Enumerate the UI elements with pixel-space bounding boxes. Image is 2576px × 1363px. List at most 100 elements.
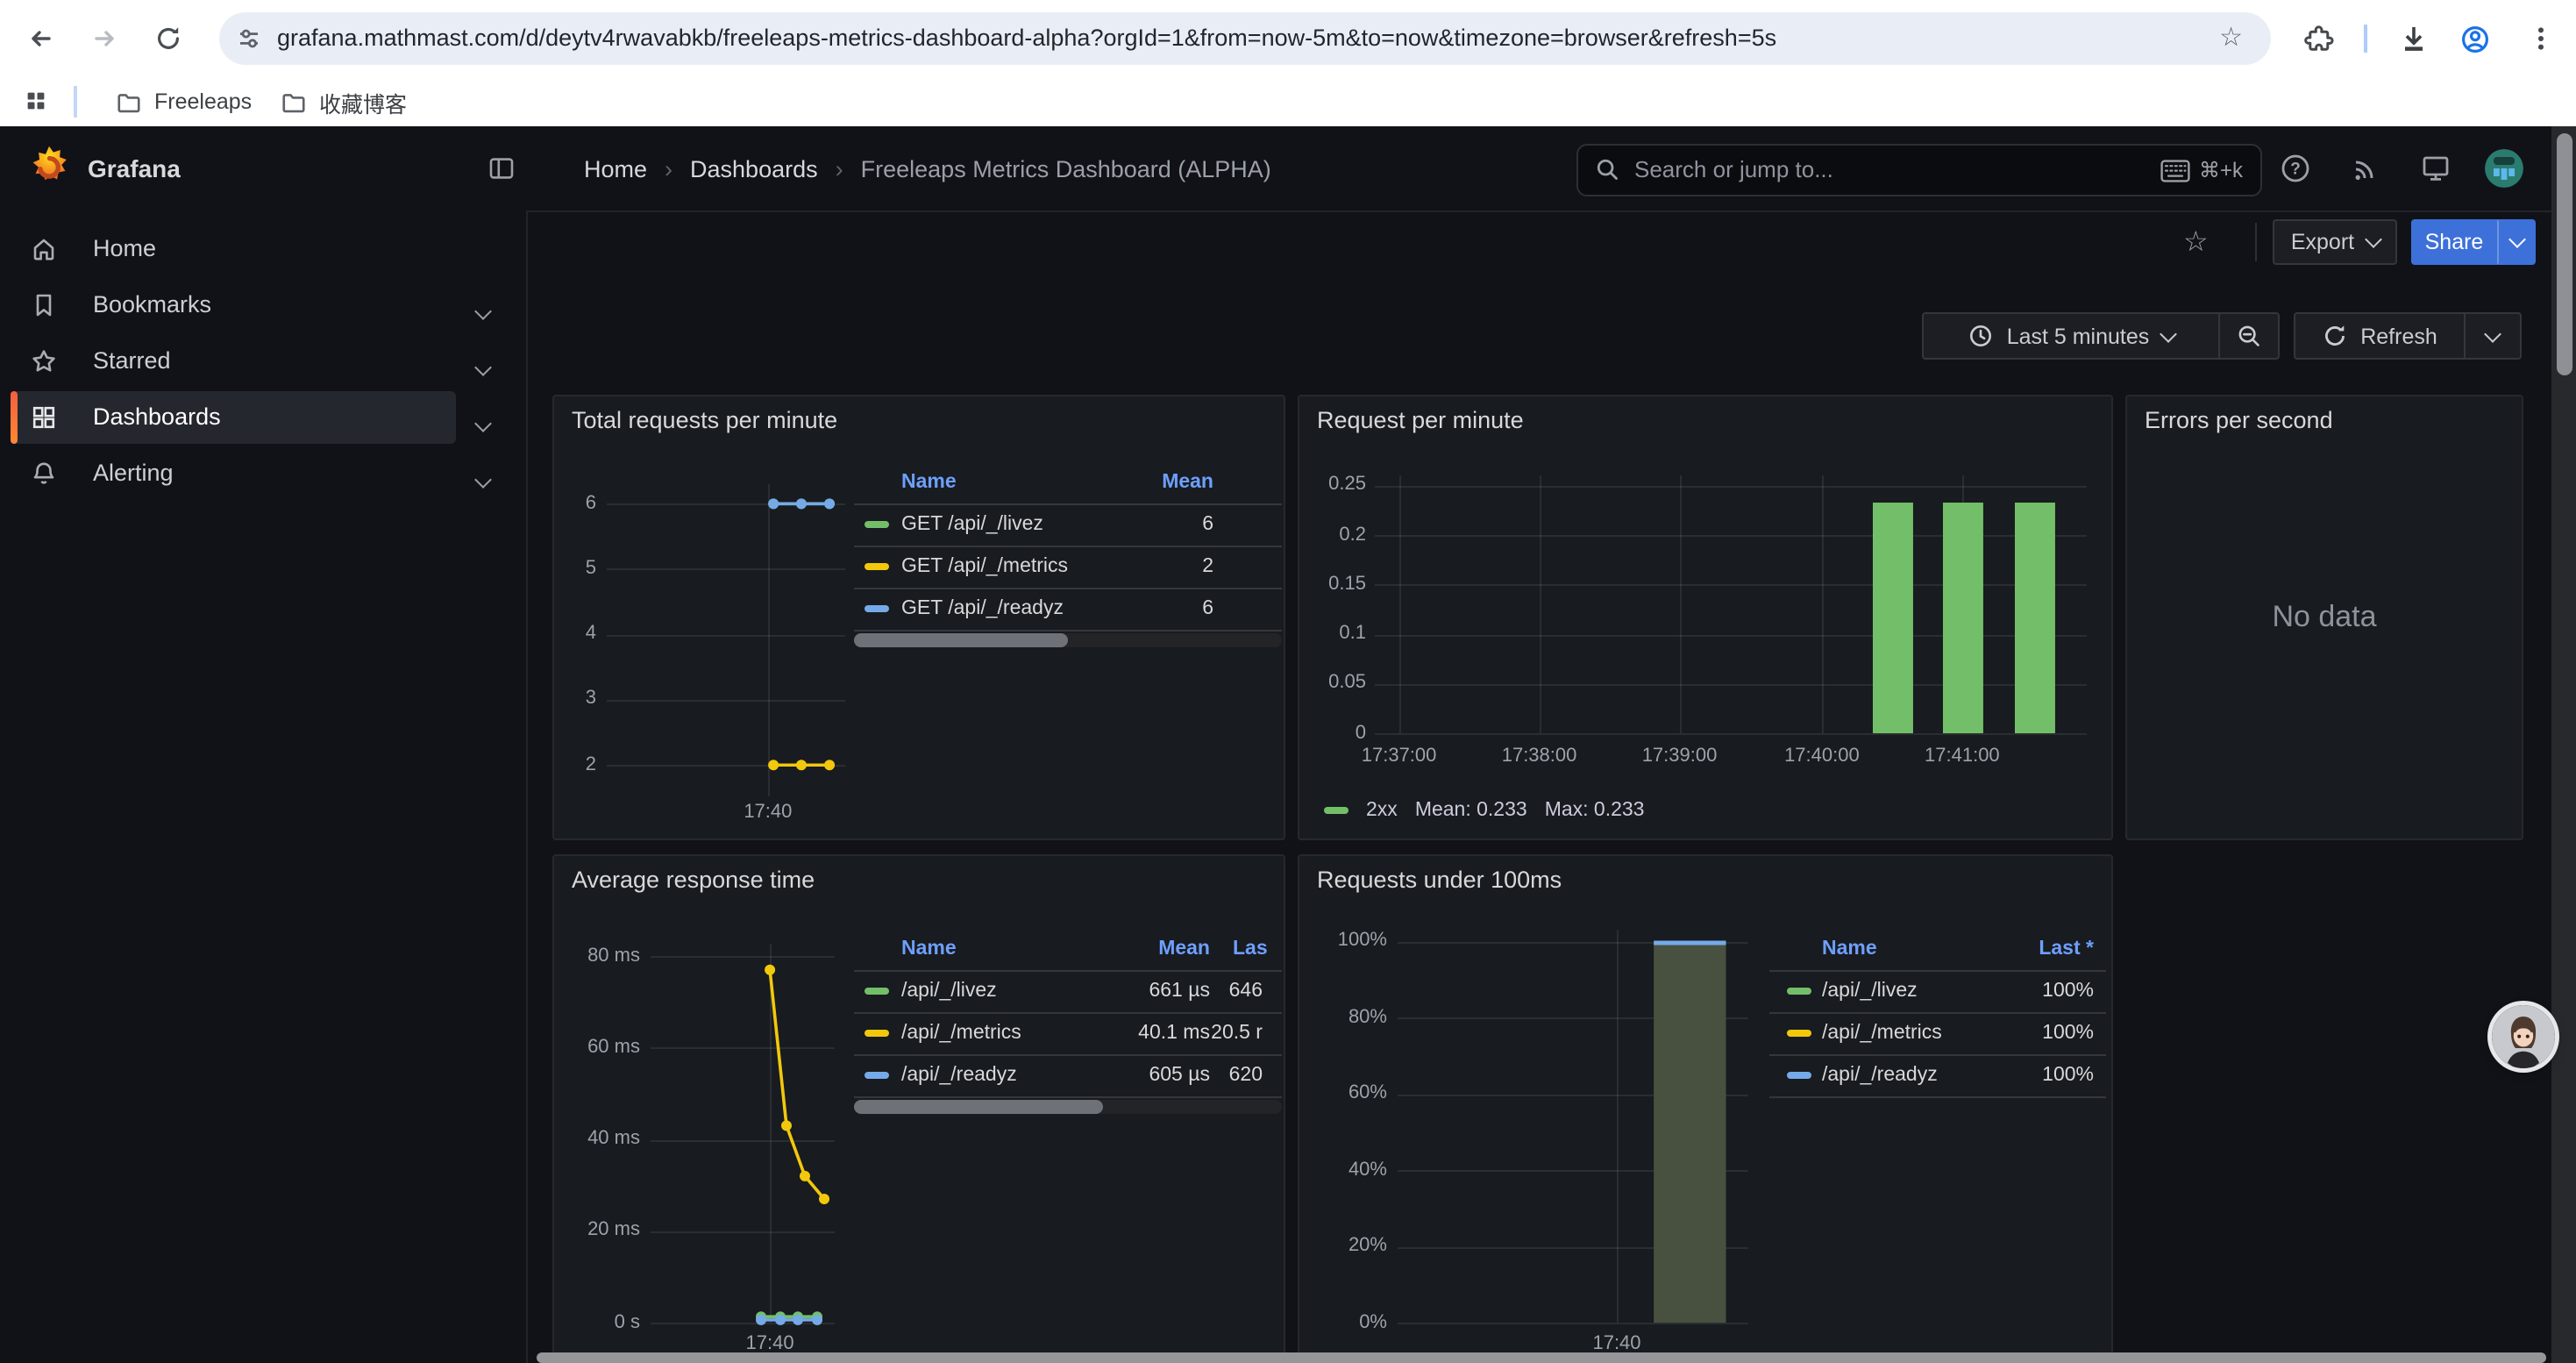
- sidebar-item-home[interactable]: Home: [11, 223, 456, 275]
- chart-canvas: [1299, 396, 2111, 838]
- search-input[interactable]: Search or jump to... ⌘+k: [1576, 144, 2262, 196]
- breadcrumb: Home › Dashboards › Freeleaps Metrics Da…: [584, 126, 1271, 211]
- bookmark-folder-blogs[interactable]: 收藏博客: [267, 82, 421, 121]
- legend-table-row[interactable]: /api/_/livez661 µs646: [854, 970, 1282, 1012]
- site-settings-icon[interactable]: [235, 25, 263, 61]
- legend-series-name: /api/_/livez: [901, 970, 997, 1012]
- gridline-horizontal: [1398, 1170, 1748, 1172]
- legend-table-row[interactable]: GET /api/_/readyz6: [854, 588, 1282, 630]
- horizontal-scrollbar-thumb[interactable]: [537, 1352, 2546, 1362]
- gridline-horizontal: [607, 700, 845, 702]
- zoom-out-button[interactable]: [2218, 312, 2280, 360]
- chevron-down-icon[interactable]: [477, 295, 502, 319]
- export-label: Export: [2291, 230, 2354, 254]
- assistant-avatar[interactable]: [2492, 1005, 2555, 1068]
- forward-button[interactable]: [91, 25, 119, 53]
- legend-column-header[interactable]: Las: [1233, 935, 1268, 963]
- legend-column-header[interactable]: Name: [1822, 935, 1877, 963]
- gridline-vertical: [1822, 475, 1824, 733]
- chevron-down-icon[interactable]: [477, 463, 502, 488]
- refresh-icon: [2322, 323, 2348, 349]
- legend-swatch: [865, 563, 889, 570]
- apps-grid-icon[interactable]: [23, 88, 49, 123]
- refresh-label: Refresh: [2360, 324, 2437, 348]
- bookmark-folder-freeleaps[interactable]: Freeleaps: [102, 82, 266, 121]
- search-placeholder: Search or jump to...: [1634, 146, 1833, 195]
- panel-title[interactable]: Errors per second: [2145, 407, 2333, 433]
- profile-icon[interactable]: [2460, 25, 2488, 53]
- legend-scrollbar-thumb[interactable]: [854, 633, 1068, 647]
- extensions-icon[interactable]: [2304, 25, 2332, 53]
- monitor-icon[interactable]: [2420, 153, 2451, 184]
- legend-table-row[interactable]: /api/_/metrics100%: [1769, 1012, 2106, 1054]
- panel-errors-per-second: Errors per second No data: [2125, 395, 2523, 840]
- legend-column-header[interactable]: Name: [901, 935, 957, 963]
- breadcrumb-dashboards[interactable]: Dashboards: [690, 155, 818, 182]
- favorite-dashboard-star-icon[interactable]: ☆: [2183, 225, 2209, 260]
- refresh-interval-caret-button[interactable]: [2464, 312, 2522, 360]
- legend-table-row[interactable]: /api/_/livez100%: [1769, 970, 2106, 1012]
- chart-area: No data: [2127, 396, 2522, 838]
- folder-icon: [281, 89, 307, 115]
- sidebar-item-starred[interactable]: Starred: [11, 335, 456, 388]
- help-icon[interactable]: ?: [2280, 153, 2311, 184]
- grafana-logo[interactable]: [25, 144, 74, 193]
- gridline-horizontal: [651, 1323, 835, 1324]
- gridline-horizontal: [1398, 1246, 1748, 1248]
- legend-series-name[interactable]: 2xx: [1366, 800, 1398, 821]
- bookmark-star-icon[interactable]: ☆: [2219, 25, 2243, 53]
- url-text[interactable]: grafana.mathmast.com/d/deytv4rwavabkb/fr…: [277, 12, 1776, 65]
- reload-button[interactable]: [154, 25, 182, 53]
- chevron-down-icon[interactable]: [477, 407, 502, 432]
- y-axis-tick-label: 80%: [1299, 1006, 1387, 1029]
- legend-value: 20.5 r: [1096, 1012, 1263, 1054]
- sidebar-item-dashboards[interactable]: Dashboards: [11, 391, 456, 444]
- brand-title: Grafana: [88, 154, 181, 182]
- news-rss-icon[interactable]: [2350, 153, 2381, 184]
- legend-table-row[interactable]: /api/_/readyz605 µs620: [854, 1054, 1282, 1096]
- legend-scrollbar-thumb[interactable]: [854, 1100, 1102, 1114]
- chevron-down-icon[interactable]: [477, 351, 502, 375]
- url-bar[interactable]: grafana.mathmast.com/d/deytv4rwavabkb/fr…: [219, 12, 2271, 65]
- legend-scrollbar-track[interactable]: [854, 633, 1282, 647]
- legend-column-header[interactable]: Mean: [1047, 468, 1213, 496]
- user-avatar[interactable]: [2485, 149, 2523, 188]
- legend-table-row[interactable]: /api/_/readyz100%: [1769, 1054, 2106, 1096]
- share-caret-button[interactable]: [2497, 219, 2536, 265]
- legend-swatch: [1787, 1030, 1811, 1037]
- legend-column-header[interactable]: Mean: [1043, 935, 1210, 963]
- legend-table-row[interactable]: GET /api/_/livez6: [854, 503, 1282, 546]
- panel-requests-under-100ms: Requests under 100ms 100%80%60%40%20%0%1…: [1298, 854, 2113, 1363]
- sidebar-item-bookmarks[interactable]: Bookmarks: [11, 279, 456, 332]
- time-range-picker[interactable]: Last 5 minutes: [1922, 312, 2220, 360]
- panel-title[interactable]: Requests under 100ms: [1317, 867, 1562, 893]
- legend-series-name: /api/_/metrics: [901, 1012, 1021, 1054]
- legend-column-header[interactable]: Last *: [1927, 935, 2094, 963]
- legend-series-name: GET /api/_/metrics: [901, 546, 1068, 588]
- breadcrumb-home[interactable]: Home: [584, 155, 647, 182]
- browser-menu-icon[interactable]: [2527, 25, 2555, 53]
- legend-swatch: [865, 988, 889, 995]
- legend-column-header[interactable]: Name: [901, 468, 957, 496]
- panel-title[interactable]: Average response time: [572, 867, 815, 893]
- y-axis-tick-label: 0.25: [1299, 475, 1366, 497]
- sidebar-item-alerting[interactable]: Alerting: [11, 447, 456, 500]
- legend-value: 646: [1096, 970, 1263, 1012]
- back-button[interactable]: [26, 25, 54, 53]
- share-button[interactable]: Share: [2411, 219, 2497, 265]
- download-icon[interactable]: [2399, 25, 2427, 53]
- panel-title[interactable]: Request per minute: [1317, 407, 1524, 433]
- legend-value: 2: [1047, 546, 1213, 588]
- legend-table-row[interactable]: GET /api/_/metrics2: [854, 546, 1282, 588]
- sidebar-toggle-icon[interactable]: [487, 154, 516, 191]
- refresh-button[interactable]: Refresh: [2294, 312, 2466, 360]
- panel-title[interactable]: Total requests per minute: [572, 407, 837, 433]
- legend-table-row[interactable]: /api/_/metrics40.1 ms20.5 r: [854, 1012, 1282, 1054]
- gridline-horizontal: [1375, 634, 2087, 636]
- export-button[interactable]: Export: [2273, 219, 2397, 265]
- y-axis-tick-label: 4: [554, 623, 596, 646]
- breadcrumb-separator: ›: [665, 155, 672, 182]
- gridline-horizontal: [607, 765, 845, 767]
- legend-scrollbar-track[interactable]: [854, 1100, 1282, 1114]
- vertical-scrollbar-thumb[interactable]: [2556, 133, 2572, 375]
